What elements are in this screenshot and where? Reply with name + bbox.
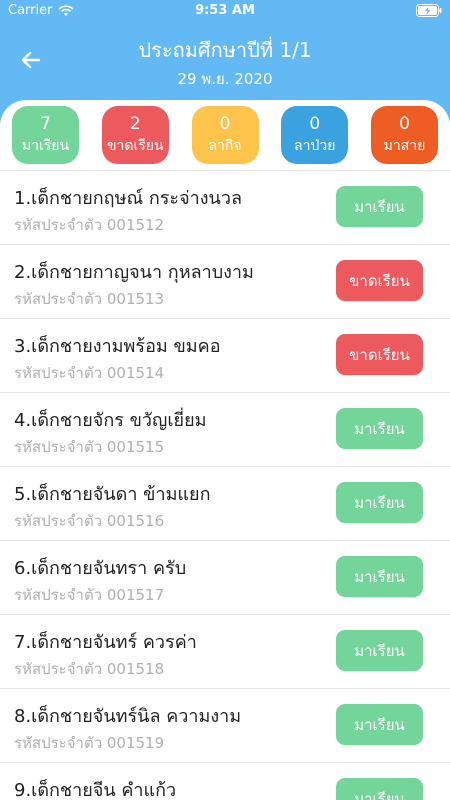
student-name: 1.เด็กชายกฤษณ์ กระจ่างนวล bbox=[14, 188, 242, 209]
attendance-status-button[interactable]: มาเรียน bbox=[336, 630, 423, 671]
list-item: 9.เด็กชายจีน คำแก้ว มาเรียน bbox=[0, 762, 450, 800]
attendance-status-button[interactable]: มาเรียน bbox=[336, 408, 423, 449]
list-item: 3.เด็กชายงามพร้อม ขมคอ รหัสประจำตัว 0015… bbox=[0, 318, 450, 392]
stat-label: ลากิจ bbox=[208, 138, 242, 154]
student-id: รหัสประจำตัว 001513 bbox=[14, 290, 165, 308]
stat-label: มาเรียน bbox=[21, 138, 70, 154]
stat-label: ลาป่วย bbox=[294, 138, 336, 154]
student-name: 8.เด็กชายจันทร์นิล ความงาม bbox=[14, 706, 242, 727]
attendance-status-button[interactable]: ขาดเรียน bbox=[336, 260, 423, 301]
student-name: 9.เด็กชายจีน คำแก้ว bbox=[14, 780, 177, 800]
attendance-summary: 7 มาเรียน 2 ขาดเรียน 0 ลากิจ 0 ลาป่วย 0 … bbox=[0, 106, 450, 166]
page-title: ประถมศึกษาปีที่ 1/1 bbox=[138, 38, 312, 62]
student-name: 2.เด็กชายกาญจนา กุหลาบงาม bbox=[14, 262, 254, 283]
student-id: รหัสประจำตัว 001512 bbox=[14, 216, 165, 234]
content-sheet: 7 มาเรียน 2 ขาดเรียน 0 ลากิจ 0 ลาป่วย 0 … bbox=[0, 100, 450, 800]
attendance-status-button[interactable]: มาเรียน bbox=[336, 778, 423, 800]
list-item: 7.เด็กชายจันทร์ ควรค่า รหัสประจำตัว 0015… bbox=[0, 614, 450, 688]
list-item: 6.เด็กชายจันทรา ครับ รหัสประจำตัว 001517… bbox=[0, 540, 450, 614]
attendance-status-button[interactable]: ขาดเรียน bbox=[336, 334, 423, 375]
stat-late[interactable]: 0 มาสาย bbox=[371, 106, 438, 164]
student-id: รหัสประจำตัว 001515 bbox=[14, 438, 165, 456]
student-name: 3.เด็กชายงามพร้อม ขมคอ bbox=[14, 336, 221, 357]
list-item: 5.เด็กชายจันดา ข้ามแยก รหัสประจำตัว 0015… bbox=[0, 466, 450, 540]
student-id: รหัสประจำตัว 001516 bbox=[14, 512, 165, 530]
list-item: 8.เด็กชายจันทร์นิล ความงาม รหัสประจำตัว … bbox=[0, 688, 450, 762]
student-list: 1.เด็กชายกฤษณ์ กระจ่างนวล รหัสประจำตัว 0… bbox=[0, 170, 450, 800]
stat-label: ขาดเรียน bbox=[106, 138, 164, 154]
student-id: รหัสประจำตัว 001518 bbox=[14, 660, 165, 678]
student-name: 4.เด็กชายจักร ขวัญเยี่ยม bbox=[14, 410, 207, 431]
stat-count: 7 bbox=[40, 114, 51, 134]
page-date: 29 พ.ย. 2020 bbox=[177, 70, 273, 88]
stat-count: 2 bbox=[129, 114, 141, 134]
status-time: 9:53 AM bbox=[195, 3, 255, 18]
attendance-status-button[interactable]: มาเรียน bbox=[336, 556, 423, 597]
stat-label: มาสาย bbox=[383, 138, 426, 154]
attendance-status-button[interactable]: มาเรียน bbox=[336, 704, 423, 745]
student-name: 6.เด็กชายจันทรา ครับ bbox=[14, 558, 187, 579]
list-item: 4.เด็กชายจักร ขวัญเยี่ยม รหัสประจำตัว 00… bbox=[0, 392, 450, 466]
list-item: 1.เด็กชายกฤษณ์ กระจ่างนวล รหัสประจำตัว 0… bbox=[0, 170, 450, 244]
attendance-status-button[interactable]: มาเรียน bbox=[336, 482, 423, 523]
stat-count: 0 bbox=[309, 114, 321, 134]
status-bar: Carrier 9:53 AM bbox=[0, 0, 450, 22]
stat-sick-leave[interactable]: 0 ลาป่วย bbox=[281, 106, 349, 164]
student-id: รหัสประจำตัว 001519 bbox=[14, 734, 165, 752]
stat-count: 0 bbox=[219, 114, 231, 134]
student-name: 7.เด็กชายจันทร์ ควรค่า bbox=[14, 632, 197, 653]
stat-present[interactable]: 7 มาเรียน bbox=[12, 106, 79, 164]
stat-absent[interactable]: 2 ขาดเรียน bbox=[101, 106, 169, 164]
battery-charging-icon bbox=[416, 4, 442, 17]
attendance-status-button[interactable]: มาเรียน bbox=[336, 186, 423, 227]
student-id: รหัสประจำตัว 001514 bbox=[14, 364, 165, 382]
stat-count: 0 bbox=[399, 114, 410, 134]
list-item: 2.เด็กชายกาญจนา กุหลาบงาม รหัสประจำตัว 0… bbox=[0, 244, 450, 318]
stat-personal-leave[interactable]: 0 ลากิจ bbox=[191, 106, 259, 164]
student-id: รหัสประจำตัว 001517 bbox=[14, 586, 165, 604]
student-name: 5.เด็กชายจันดา ข้ามแยก bbox=[14, 484, 211, 505]
